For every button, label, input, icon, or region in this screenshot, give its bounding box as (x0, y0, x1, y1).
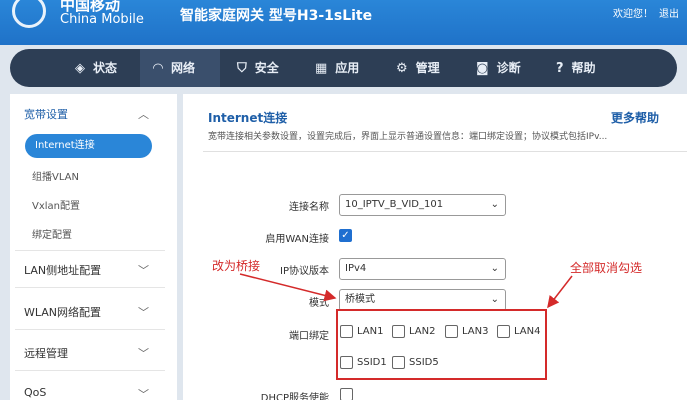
arrow-to-ports (547, 275, 573, 309)
arrow-to-mode (239, 273, 337, 302)
annotation-arrows (239, 273, 573, 309)
